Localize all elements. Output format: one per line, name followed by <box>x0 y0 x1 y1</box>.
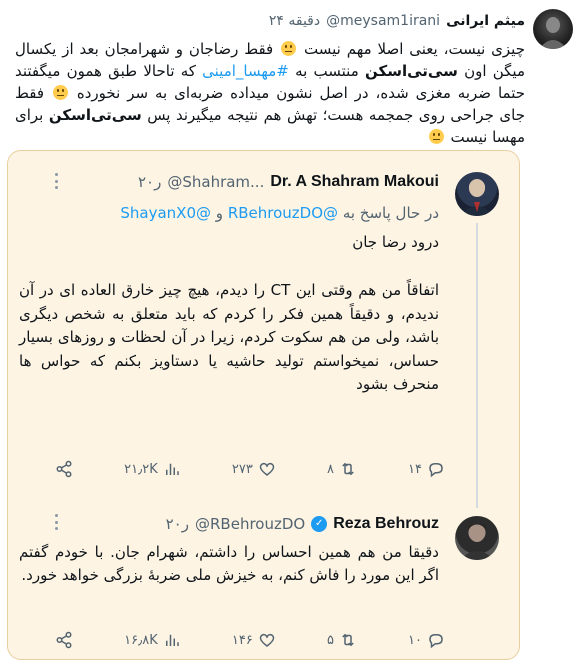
tweet-text-part: منتسب به <box>295 62 359 80</box>
tweet-header: میثم ایرانی @meysam1irani ۲۴ دقیقه <box>269 11 525 31</box>
more-icon[interactable] <box>48 173 64 189</box>
tweet-text-part: چیزی نیست، یعنی اصلا مهم نیست <box>304 40 525 58</box>
retweet-icon <box>342 462 354 476</box>
reply-count: ۱۴ <box>408 461 422 477</box>
like-button[interactable]: ۱۴۶ <box>232 631 276 649</box>
quote2-handle[interactable]: @RBehrouzDO <box>195 515 305 533</box>
retweet-icon <box>342 633 354 647</box>
quote2-author-name[interactable]: Reza Behrouz <box>333 515 439 533</box>
author-handle[interactable]: @meysam1irani <box>326 13 440 29</box>
mention-link[interactable]: @ShayanX0 <box>120 204 211 222</box>
quote2-header: Reza Behrouz ✓ @RBehrouzDO ۲۰ر <box>166 513 439 535</box>
like-icon <box>259 633 275 647</box>
retweet-count: ۵ <box>326 632 334 648</box>
replying-prefix: در حال پاسخ به <box>342 204 439 222</box>
quote2-actions: ۱۶٫۸K ۱۴۶ ۵ ۱۰ <box>55 629 445 651</box>
tweet-time[interactable]: ۲۴ دقیقه <box>269 13 320 29</box>
smile-emoji <box>428 129 444 144</box>
verified-icon: ✓ <box>311 516 328 532</box>
share-icon <box>56 631 72 649</box>
tweet-text-bold: سی‌تی‌اسکن <box>48 106 142 124</box>
quote1-avatar[interactable] <box>455 172 499 216</box>
smile-emoji <box>52 85 68 100</box>
hashtag-link[interactable]: #مهسا_امینی <box>202 62 289 80</box>
smile-emoji <box>281 41 297 56</box>
quote1-time[interactable]: ۲۰ر <box>138 173 161 191</box>
more-icon[interactable] <box>48 514 64 530</box>
views-icon <box>165 634 179 646</box>
quote2-avatar[interactable] <box>455 516 499 560</box>
like-icon <box>259 462 275 476</box>
replying-and: و <box>215 204 224 222</box>
share-button[interactable] <box>55 460 73 478</box>
replying-to: در حال پاسخ به @RBehrouzDO و @ShayanX0 <box>19 203 439 223</box>
reply-icon <box>429 463 443 478</box>
like-count: ۱۴۶ <box>231 632 253 648</box>
quoted-thread-card[interactable]: Dr. A Shahram Makoui @Shahram... ۲۰ر در … <box>7 150 520 660</box>
quote1-body: اتفاقاً من هم وقتی این CT را دیدم، هیچ چ… <box>19 281 439 393</box>
share-icon <box>56 460 72 478</box>
quote1-handle[interactable]: @Shahram... <box>167 173 264 191</box>
quote1-greeting: درود رضا جان <box>352 233 439 251</box>
quote1-actions: ۲۱٫۲K ۲۷۳ ۸ ۱۴ <box>55 458 445 480</box>
reply-count: ۱۰ <box>408 632 422 648</box>
retweet-button[interactable]: ۵ <box>327 631 357 649</box>
quote1-header: Dr. A Shahram Makoui @Shahram... ۲۰ر <box>138 171 439 193</box>
retweet-count: ۸ <box>326 461 334 477</box>
views-button[interactable]: ۱۶٫۸K <box>124 631 181 649</box>
views-button[interactable]: ۲۱٫۲K <box>124 460 181 478</box>
author-name[interactable]: میثم ایرانی <box>446 13 525 29</box>
share-button[interactable] <box>55 631 73 649</box>
author-avatar[interactable] <box>533 9 573 49</box>
like-count: ۲۷۳ <box>231 461 253 477</box>
reply-button[interactable]: ۱۴ <box>408 460 445 478</box>
quote1-author-name[interactable]: Dr. A Shahram Makoui <box>270 173 439 191</box>
views-count: ۲۱٫۲K <box>124 461 158 477</box>
reply-icon <box>429 634 443 649</box>
tweet-text: چیزی نیست، یعنی اصلا مهم نیست فقط رضاجان… <box>15 38 525 148</box>
retweet-button[interactable]: ۸ <box>327 460 357 478</box>
tweet-text-bold: سی‌تی‌اسکن <box>364 62 458 80</box>
reply-button[interactable]: ۱۰ <box>408 631 445 649</box>
quote2-body: دقیقا من هم همین احساس را داشتم، شهرام ج… <box>19 543 439 584</box>
mention-link[interactable]: @RBehrouzDO <box>228 204 338 222</box>
views-count: ۱۶٫۸K <box>124 632 158 648</box>
views-icon <box>165 463 179 475</box>
quote2-time[interactable]: ۲۰ر <box>166 515 189 533</box>
like-button[interactable]: ۲۷۳ <box>232 460 276 478</box>
thread-connector <box>476 223 478 508</box>
